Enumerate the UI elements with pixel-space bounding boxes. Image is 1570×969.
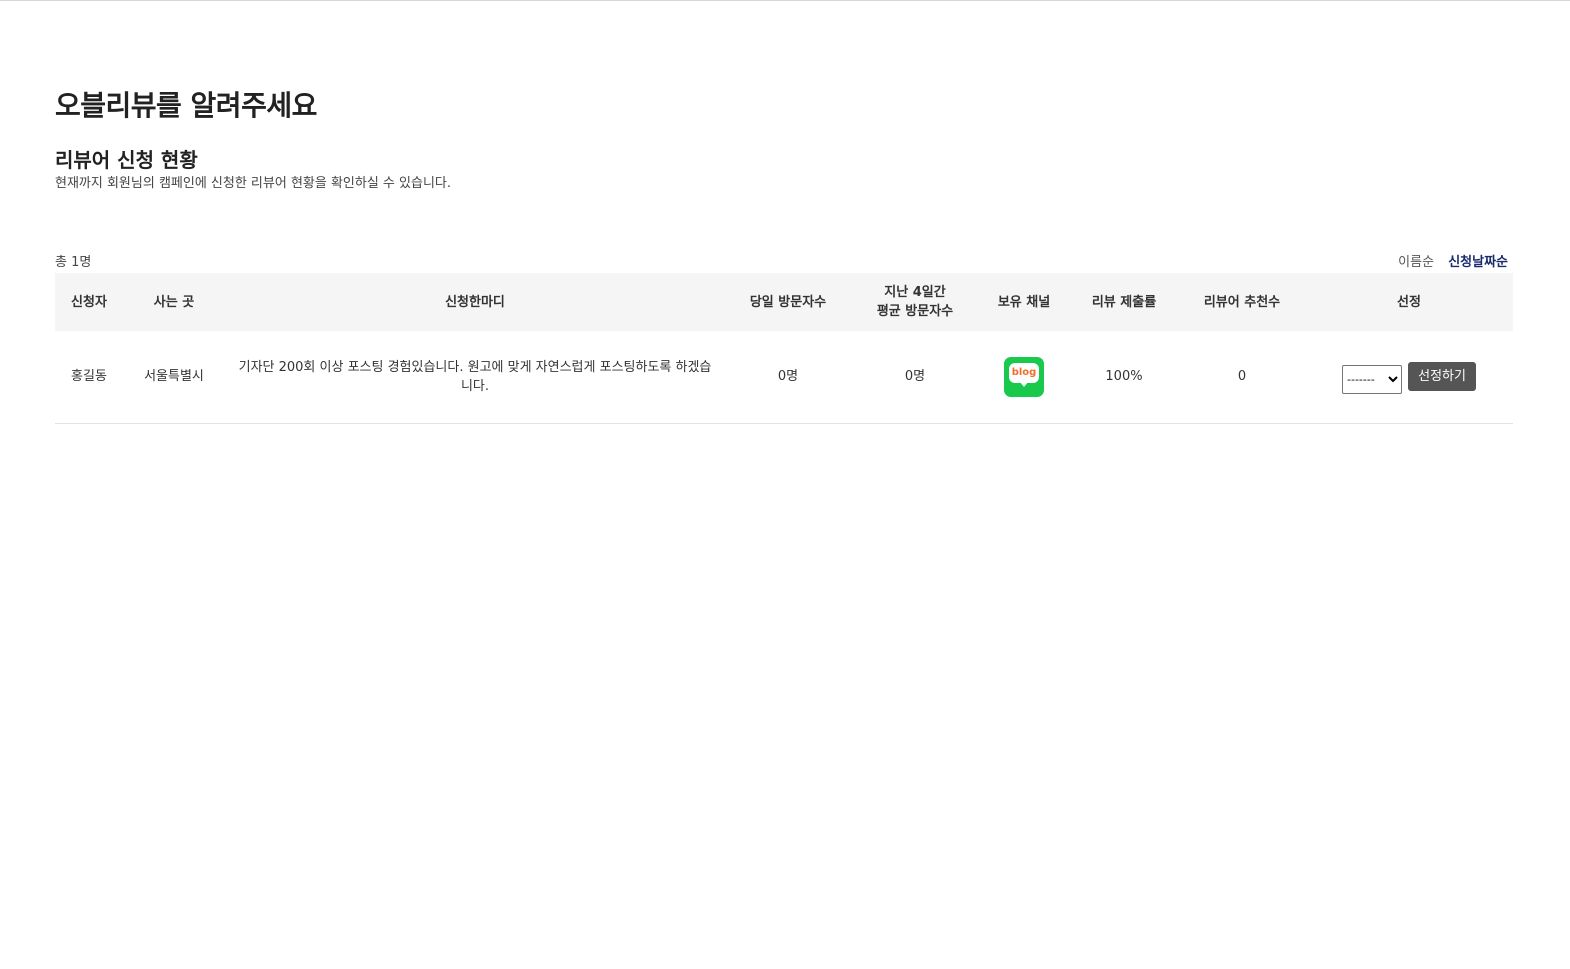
sort-options: 이름순 신청날짜순 — [1398, 251, 1508, 270]
sort-by-date-link[interactable]: 신청날짜순 — [1448, 255, 1508, 270]
header-recommend: 리뷰어 추천수 — [1203, 294, 1281, 310]
cell-submission-rate: 100% — [1105, 369, 1143, 385]
header-submission-rate: 리뷰 제출률 — [1091, 294, 1157, 310]
blog-icon-tail — [1020, 381, 1028, 387]
reviewer-table: 신청자 사는 곳 신청한마디 당일 방문자수 지난 4일간 평균 방문자수 보유… — [55, 273, 1513, 424]
cell-avg-visitors: 0명 — [904, 369, 926, 385]
table-row: 홍길동 서울특별시 기자단 200회 이상 포스팅 경험있습니다. 원고에 맞게… — [55, 331, 1513, 423]
total-count: 총 1명 — [55, 255, 92, 270]
header-today-visitors: 당일 방문자수 — [749, 294, 827, 310]
select-reviewer-button[interactable]: 선정하기 — [1408, 361, 1476, 391]
header-applicant: 신청자 — [71, 294, 107, 310]
blog-icon[interactable]: blog — [1004, 356, 1044, 397]
sort-by-name-link[interactable]: 이름순 — [1398, 255, 1434, 270]
header-comment: 신청한마디 — [445, 294, 505, 310]
section-title: 리뷰어 신청 현황 — [55, 148, 198, 172]
cell-comment: 기자단 200회 이상 포스팅 경험있습니다. 원고에 맞게 자연스럽게 포스팅… — [238, 359, 712, 394]
header-location: 사는 곳 — [153, 294, 195, 310]
page-title: 오블리뷰를 알려주세요 — [55, 89, 317, 122]
cell-applicant: 홍길동 — [71, 369, 107, 385]
table-header-row: 신청자 사는 곳 신청한마디 당일 방문자수 지난 4일간 평균 방문자수 보유… — [55, 273, 1513, 331]
cell-select: ------- 선정하기 — [1305, 331, 1513, 423]
top-divider — [0, 0, 1570, 1]
selection-dropdown[interactable]: ------- — [1342, 365, 1402, 395]
cell-recommend: 0 — [1237, 369, 1247, 385]
header-avg-visitors-line2: 평균 방문자수 — [876, 304, 954, 319]
header-avg-visitors: 지난 4일간 평균 방문자수 — [851, 273, 979, 331]
section-description: 현재까지 회원님의 캠페인에 신청한 리뷰어 현황을 확인하실 수 있습니다. — [55, 176, 451, 191]
header-avg-visitors-line1: 지난 4일간 — [884, 285, 946, 300]
cell-channel: blog — [979, 331, 1069, 423]
cell-location: 서울특별시 — [144, 369, 204, 385]
header-channel: 보유 채널 — [997, 294, 1051, 310]
cell-today-visitors: 0명 — [777, 369, 799, 385]
blog-icon-label: blog — [1009, 362, 1039, 383]
header-select: 선정 — [1397, 294, 1421, 310]
